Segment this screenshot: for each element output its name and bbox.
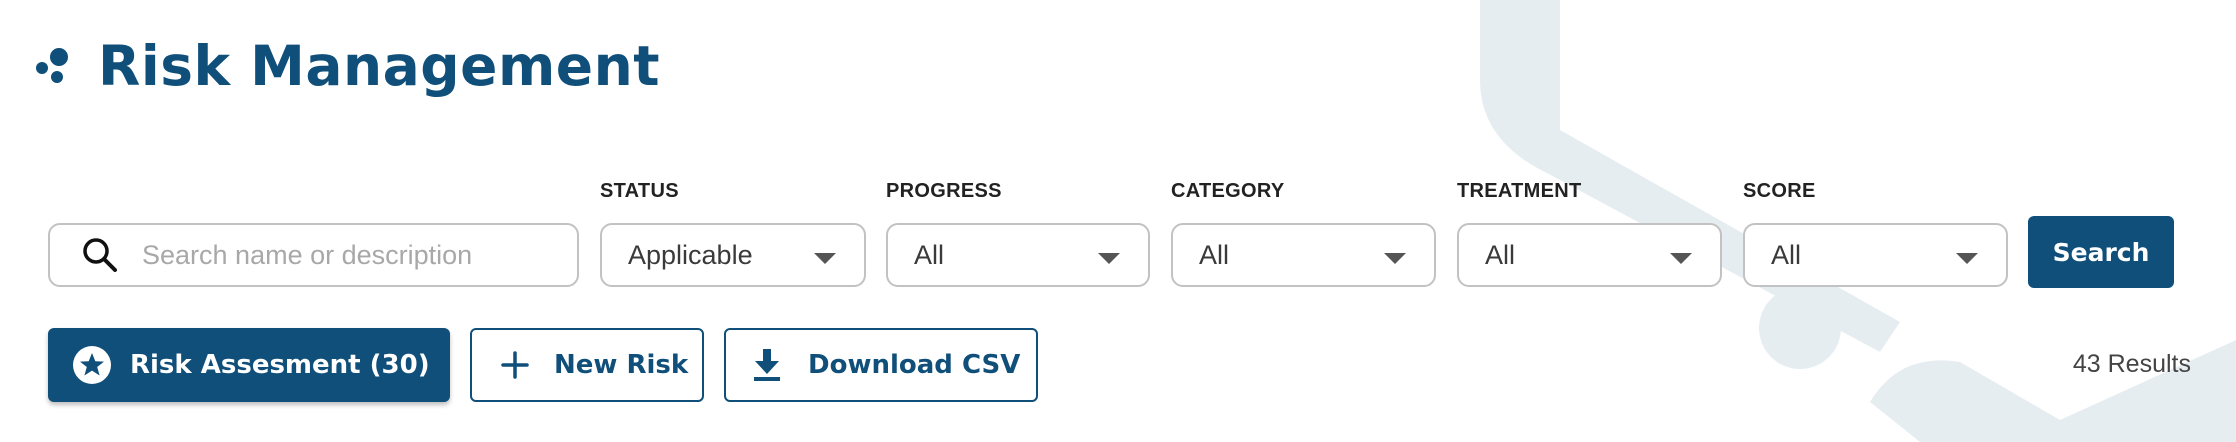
risk-assessment-label: Risk Assesment (30) xyxy=(130,350,430,380)
treatment-value: All xyxy=(1485,239,1516,270)
page-title: Risk Management xyxy=(98,34,661,98)
chevron-down-icon xyxy=(1670,253,1692,264)
score-value: All xyxy=(1771,239,1802,270)
download-csv-label: Download CSV xyxy=(808,350,1021,380)
search-button[interactable]: Search xyxy=(2028,216,2174,288)
category-select[interactable]: All xyxy=(1171,223,1436,287)
results-count: 43 Results xyxy=(2072,350,2191,378)
download-csv-button[interactable]: Download CSV xyxy=(724,328,1038,402)
progress-select[interactable]: All xyxy=(886,223,1150,287)
treatment-label: TREATMENT xyxy=(1457,180,1582,202)
category-label: CATEGORY xyxy=(1171,180,1285,202)
search-input[interactable] xyxy=(142,239,542,271)
plus-icon xyxy=(501,351,529,379)
chevron-down-icon xyxy=(814,253,836,264)
score-label: SCORE xyxy=(1743,180,1816,202)
star-circle-icon xyxy=(73,346,111,384)
chevron-down-icon xyxy=(1956,253,1978,264)
status-select[interactable]: Applicable xyxy=(600,223,866,287)
progress-value: All xyxy=(914,239,945,270)
risk-assessment-button[interactable]: Risk Assesment (30) xyxy=(48,328,450,402)
progress-label: PROGRESS xyxy=(886,180,1002,202)
new-risk-button[interactable]: New Risk xyxy=(470,328,704,402)
treatment-select[interactable]: All xyxy=(1457,223,1722,287)
score-select[interactable]: All xyxy=(1743,223,2008,287)
new-risk-label: New Risk xyxy=(554,350,689,380)
status-value: Applicable xyxy=(628,239,753,270)
download-icon xyxy=(754,349,780,381)
search-icon xyxy=(83,238,117,272)
page-header: Risk Management xyxy=(34,28,660,104)
chevron-down-icon xyxy=(1098,253,1120,264)
chevron-down-icon xyxy=(1384,253,1406,264)
status-label: STATUS xyxy=(600,180,679,202)
dots-logo-icon xyxy=(36,48,68,83)
search-field[interactable] xyxy=(48,223,579,287)
category-value: All xyxy=(1199,239,1230,270)
